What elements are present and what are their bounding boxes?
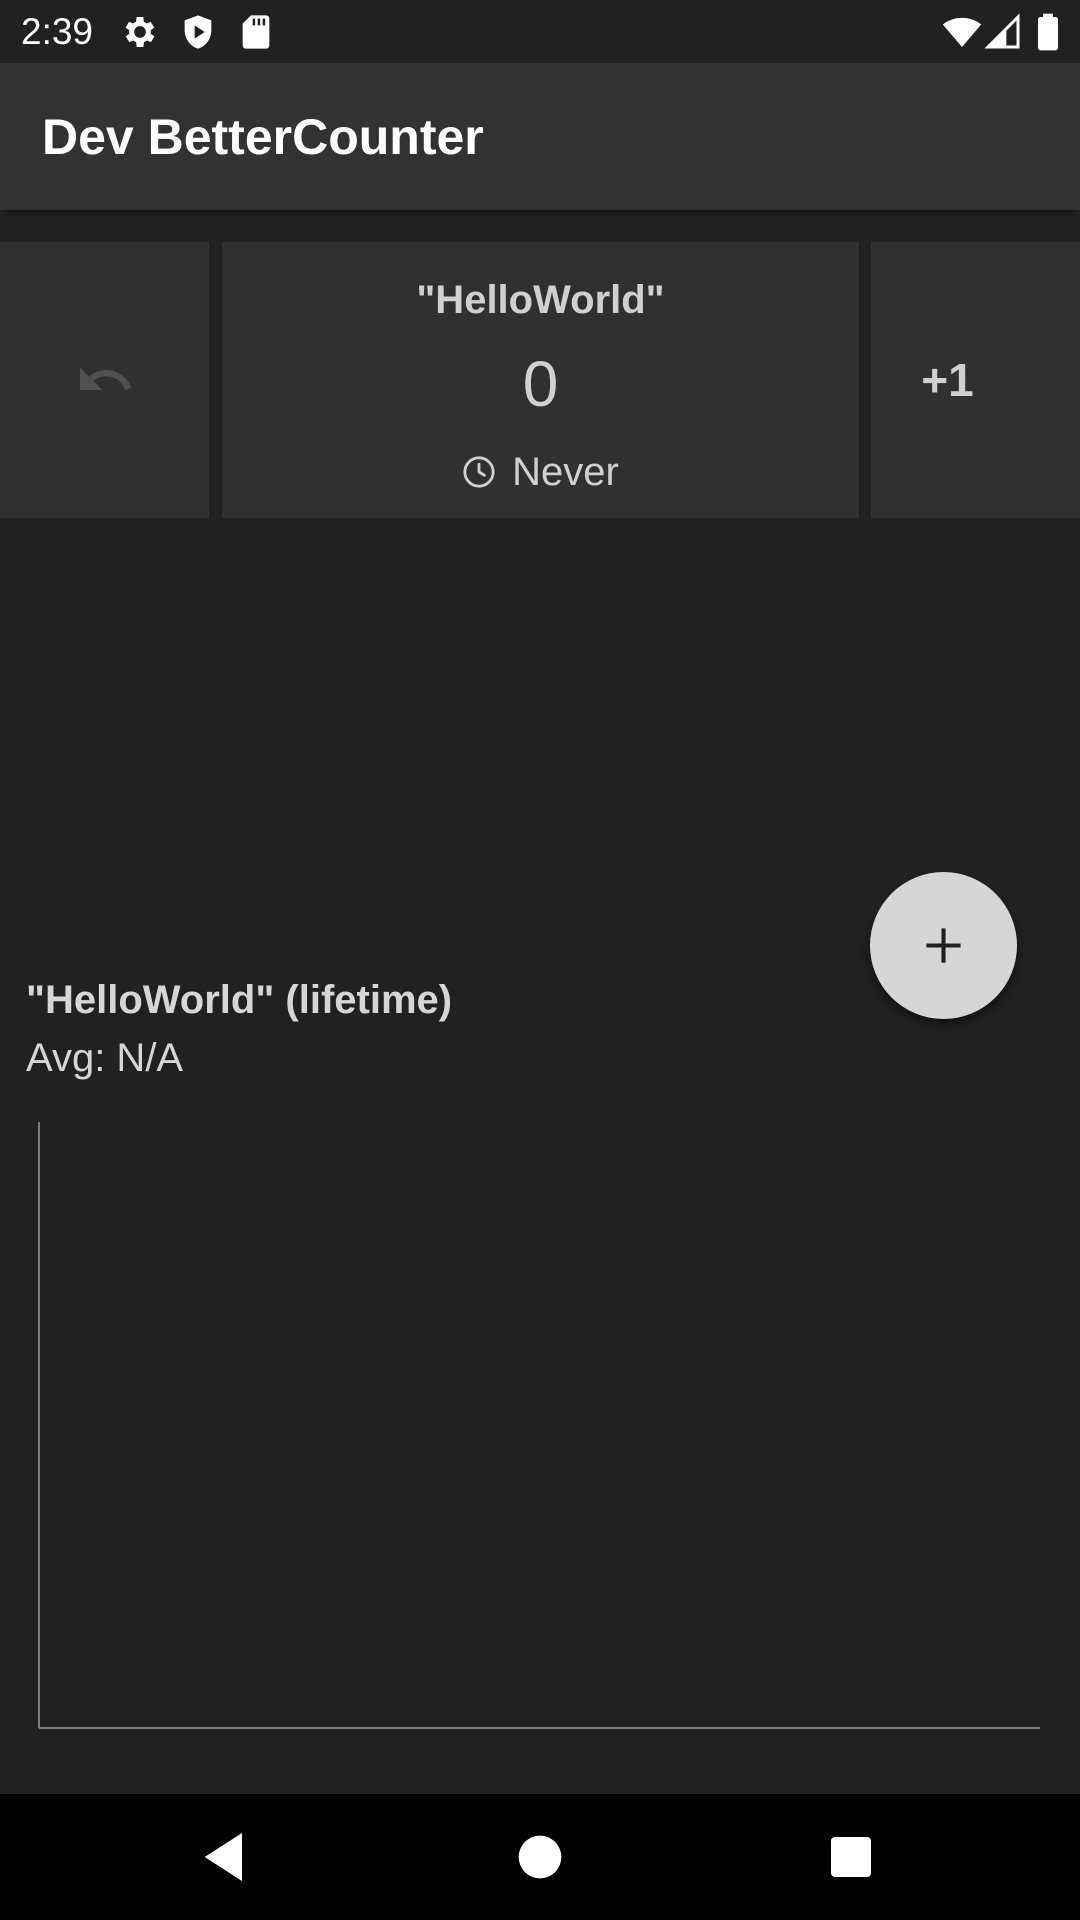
status-time: 2:39 [21, 11, 94, 52]
last-increment-text: Never [512, 450, 619, 494]
plus-icon [926, 928, 961, 963]
counter-card[interactable]: "HelloWorld" 0 Never [222, 242, 859, 518]
app-title: Dev BetterCounter [42, 109, 484, 165]
undo-button[interactable] [0, 242, 209, 518]
lifetime-chart [38, 1122, 1042, 1730]
undo-icon [80, 367, 132, 390]
shield-icon [178, 12, 218, 52]
wifi-icon [942, 12, 982, 52]
recents-icon [831, 1837, 871, 1877]
stats-average: Avg: N/A [26, 1036, 184, 1080]
clock-icon [462, 455, 496, 489]
increment-button[interactable]: +1 [871, 242, 1080, 518]
app-bar: Dev BetterCounter [0, 63, 1080, 210]
stats-title: "HelloWorld" (lifetime) [26, 978, 453, 1022]
settings-icon [120, 12, 160, 52]
battery-icon [1030, 12, 1066, 52]
status-bar: 2:39 [0, 0, 1080, 63]
increment-label: +1 [921, 354, 974, 406]
add-counter-fab[interactable] [870, 872, 1017, 1019]
home-button[interactable] [508, 1825, 572, 1889]
last-increment-row: Never [222, 444, 859, 500]
recents-button[interactable] [819, 1825, 883, 1889]
sd-card-icon [236, 12, 276, 52]
signal-icon [983, 12, 1023, 52]
counter-value: 0 [522, 348, 559, 420]
counter-row: "HelloWorld" 0 Never +1 [0, 242, 1080, 518]
counter-name: "HelloWorld" [416, 278, 665, 322]
home-icon [518, 1835, 562, 1879]
back-icon [204, 1833, 242, 1881]
back-button[interactable] [194, 1825, 258, 1889]
navigation-bar [0, 1794, 1080, 1920]
